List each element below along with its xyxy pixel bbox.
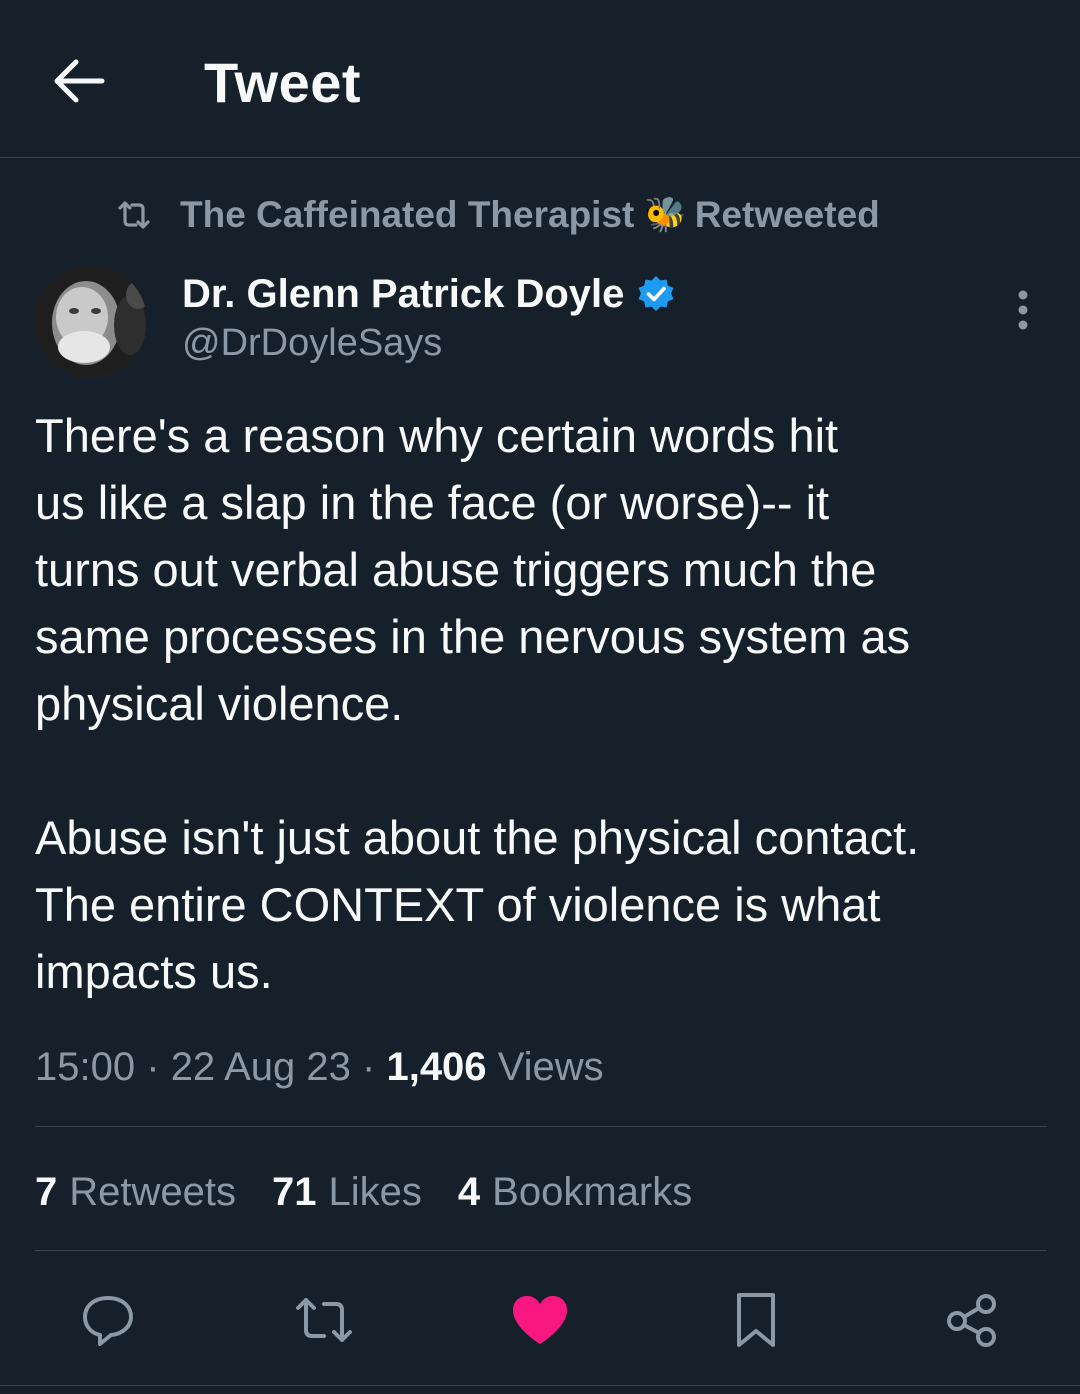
bookmarks-stat[interactable]: 4 Bookmarks (458, 1166, 692, 1218)
heart-icon (513, 1296, 567, 1344)
top-bar: Tweet (0, 0, 1080, 158)
share-icon (947, 1294, 996, 1347)
bookmarks-count: 4 (457, 1170, 481, 1214)
arrow-left-icon (54, 59, 105, 103)
likes-count: 71 (272, 1170, 317, 1214)
tweet-text: There's a reason why certain words hit u… (35, 409, 920, 998)
views-label: Views (497, 1045, 604, 1089)
bee-emoji-icon: 🐝 (644, 196, 687, 234)
retweet-button[interactable] (294, 1290, 354, 1350)
author-name-text: Dr. Glenn Patrick Doyle (182, 272, 625, 316)
retweets-count: 7 (35, 1170, 58, 1214)
verified-badge-icon (638, 276, 674, 311)
divider (35, 1126, 1047, 1127)
meta-separator: · (146, 1045, 160, 1089)
tweet-date[interactable]: 22 Aug 23 (171, 1045, 351, 1089)
retweets-label: Retweets (69, 1170, 236, 1214)
likes-label: Likes (328, 1170, 422, 1214)
engagement-stats: 7 Retweets 71 Likes 4 Bookmarks (35, 1166, 728, 1218)
back-button[interactable] (48, 52, 110, 110)
reply-icon (83, 1296, 133, 1346)
retweets-stat[interactable]: 7 Retweets (35, 1166, 236, 1218)
retweeted-label: Retweeted (694, 194, 880, 235)
tweet-time[interactable]: 15:00 (35, 1045, 135, 1089)
meta-separator: · (362, 1045, 376, 1089)
views-count: 1,406 (386, 1045, 487, 1089)
author-name[interactable]: Dr. Glenn Patrick Doyle (182, 270, 676, 318)
avatar[interactable] (34, 265, 147, 378)
reply-button[interactable] (78, 1290, 138, 1350)
bookmark-button[interactable] (726, 1290, 786, 1350)
retweet-icon (296, 1298, 352, 1342)
divider (0, 1385, 1080, 1386)
divider (35, 1250, 1047, 1251)
avatar-photo (34, 265, 147, 378)
more-vertical-icon (1018, 290, 1028, 330)
page-title: Tweet (204, 51, 362, 114)
retweet-small-icon (118, 201, 150, 229)
retweeted-by-line[interactable]: The Caffeinated Therapist 🐝 Retweeted (116, 190, 880, 240)
author-handle[interactable]: @DrDoyleSays (182, 320, 442, 366)
more-options-button[interactable] (1000, 286, 1046, 334)
likes-stat[interactable]: 71 Likes (272, 1166, 422, 1218)
share-button[interactable] (942, 1290, 1002, 1350)
action-bar (0, 1280, 1080, 1360)
like-button[interactable] (510, 1290, 570, 1350)
tweet-meta: 15:00 · 22 Aug 23 · 1,406 Views (35, 1040, 604, 1094)
bookmarks-label: Bookmarks (492, 1170, 693, 1214)
retweeter-name: The Caffeinated Therapist (180, 194, 635, 235)
bookmark-icon (737, 1293, 775, 1347)
